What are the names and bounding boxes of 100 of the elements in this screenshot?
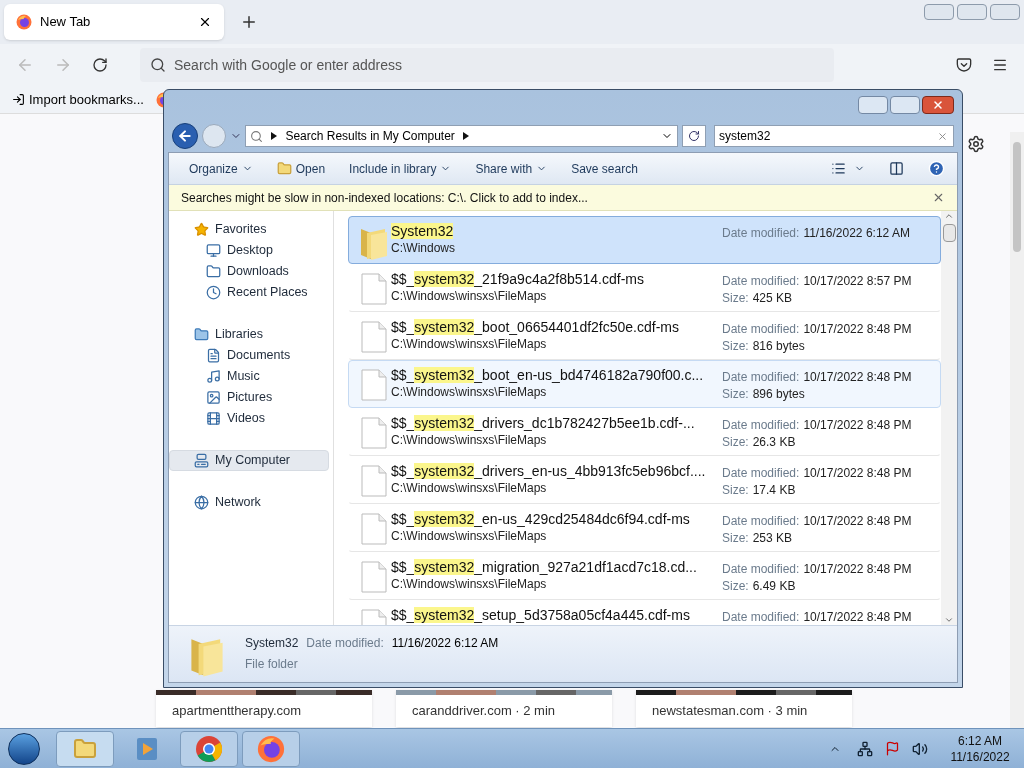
breadcrumb-arrow-icon[interactable] xyxy=(462,132,469,140)
search-field[interactable]: system32 xyxy=(714,125,954,147)
back-button[interactable] xyxy=(172,123,198,149)
toolbar-button[interactable]: Share with xyxy=(467,156,556,181)
browser-logo-icon xyxy=(195,734,223,763)
date-label: Date modified: xyxy=(722,609,800,625)
nav-item[interactable]: Network xyxy=(169,492,329,513)
nav-item[interactable]: Favorites xyxy=(169,219,329,240)
result-row[interactable]: $$_system32_migration_927a21df1acd7c18.cd... C:\Windows\winsxs\FileMaps Date modified: 10/17/2022 8:48 PM Size: 6.49 KB xyxy=(348,552,941,600)
taskbar-firefox-button[interactable] xyxy=(242,730,300,767)
computer-icon xyxy=(194,453,209,468)
result-row[interactable]: System32 C:\Windows Date modified: 11/16/2022 6:12 AM xyxy=(348,216,941,264)
nav-item[interactable]: Recent Places xyxy=(169,282,329,303)
address-field[interactable]: Search with Google or enter address xyxy=(140,48,834,82)
date-value: 10/17/2022 8:48 PM xyxy=(803,321,912,338)
back-icon[interactable] xyxy=(16,56,34,74)
story-card[interactable]: newstatesman.com · 3 min xyxy=(636,690,852,727)
scroll-down-icon[interactable] xyxy=(944,615,954,625)
date-value: 10/17/2022 8:57 PM xyxy=(803,273,912,290)
preview-pane-icon[interactable] xyxy=(889,161,904,176)
file-path: C:\Windows\winsxs\FileMaps xyxy=(391,433,548,448)
reload-icon[interactable] xyxy=(92,57,108,73)
nav-item[interactable]: Libraries xyxy=(169,324,329,345)
breadcrumb-arrow-icon[interactable] xyxy=(271,132,278,140)
breadcrumb-text[interactable]: Search Results in My Computer xyxy=(285,127,455,145)
close-icon[interactable] xyxy=(198,15,212,29)
details-type: File folder xyxy=(245,656,299,673)
file-name: $$_system32_21f9a9c4a2f8b514.cdf-ms xyxy=(391,270,645,289)
flag-icon[interactable] xyxy=(885,741,900,756)
result-row[interactable]: $$_system32_en-us_429cd25484dc6f94.cdf-ms C:\Windows\winsxs\FileMaps Date modified: 10/17/2022 8:48 PM Size: 253 KB xyxy=(348,504,941,552)
volume-icon[interactable] xyxy=(912,740,928,757)
nav-item[interactable]: Videos xyxy=(169,408,329,429)
restore-button[interactable] xyxy=(957,4,987,20)
browser-tab[interactable]: New Tab xyxy=(4,4,224,40)
fox-logo-icon xyxy=(16,14,32,30)
toolbar-button[interactable]: Save search xyxy=(563,156,646,181)
nav-item[interactable]: Music xyxy=(169,366,329,387)
date-value: 10/17/2022 8:48 PM xyxy=(803,417,912,434)
menu-icon[interactable] xyxy=(992,57,1008,73)
story-card[interactable]: caranddriver.com · 2 min xyxy=(396,690,612,727)
address-bar[interactable]: Search Results in My Computer xyxy=(245,125,679,147)
nav-item[interactable]: My Computer xyxy=(169,450,329,471)
taskbar-chrome-button[interactable] xyxy=(180,730,238,767)
scroll-up-icon[interactable] xyxy=(944,211,954,221)
help-icon[interactable] xyxy=(928,160,945,177)
clear-icon[interactable] xyxy=(937,131,948,142)
info-text[interactable]: Searches might be slow in non-indexed locations: C:\. Click to add to index... xyxy=(181,188,932,207)
network-icon[interactable] xyxy=(857,740,873,757)
details-name: System32 xyxy=(245,635,299,652)
card-source: newstatesman.com · 3 min xyxy=(652,702,808,721)
minimize-button[interactable] xyxy=(858,96,888,114)
scroll-thumb[interactable] xyxy=(942,224,956,242)
view-options-icon[interactable] xyxy=(831,161,846,176)
settings-icon[interactable] xyxy=(967,135,985,153)
info-bar[interactable]: Searches might be slow in non-indexed locations: C:\. Click to add to index... xyxy=(169,185,957,211)
refresh-button[interactable] xyxy=(682,125,706,147)
toolbar-button[interactable]: Include in library xyxy=(341,156,460,181)
scrollbar[interactable] xyxy=(941,211,957,625)
date-label: Date modified: xyxy=(722,465,800,482)
fox-logo-icon xyxy=(257,734,285,763)
file-path: C:\Windows\winsxs\FileMaps xyxy=(391,337,548,352)
size-value: 253 KB xyxy=(752,530,793,547)
toolbar-button[interactable]: Organize xyxy=(181,156,261,181)
date-value: 10/17/2022 8:48 PM xyxy=(803,609,912,625)
nav-item[interactable]: Desktop xyxy=(169,240,329,261)
minimize-button[interactable] xyxy=(924,4,954,20)
result-row[interactable]: $$_system32_21f9a9c4a2f8b514.cdf-ms C:\Windows\winsxs\FileMaps Date modified: 10/17/2022 8:57 PM Size: 425 KB xyxy=(348,264,941,312)
file-path: C:\Windows\winsxs\FileMaps xyxy=(391,481,548,496)
close-button[interactable] xyxy=(922,96,954,114)
toolbar-button[interactable]: Open xyxy=(268,156,334,181)
result-row[interactable]: $$_system32_drivers_dc1b782427b5ee1b.cdf-... C:\Windows\winsxs\FileMaps Date modified: 10/17/2022 8:48 PM Size: 26.3 KB xyxy=(348,408,941,456)
taskbar-explorer-button[interactable] xyxy=(56,730,114,767)
date-label: Date modified: xyxy=(306,635,384,652)
forward-icon[interactable] xyxy=(54,56,72,74)
date-value: 10/17/2022 8:48 PM xyxy=(803,513,912,530)
music-note-icon xyxy=(206,369,221,384)
file-icon xyxy=(361,321,387,353)
size-value: 425 KB xyxy=(752,290,793,307)
date-label: Date modified: xyxy=(722,561,800,578)
file-name: $$_system32_boot_06654401df2fc50e.cdf-ms xyxy=(391,318,680,337)
result-row[interactable]: $$_system32_drivers_en-us_4bb913fc5eb96bcf.... C:\Windows\winsxs\FileMaps Date modified: 10/17/2022 8:48 PM Size: 17.4 KB xyxy=(348,456,941,504)
date-label: Date modified: xyxy=(722,225,800,242)
nav-item[interactable]: Downloads xyxy=(169,261,329,282)
new-tab-icon[interactable] xyxy=(240,13,258,31)
story-card[interactable]: apartmenttherapy.com xyxy=(156,690,372,727)
card-source: caranddriver.com · 2 min xyxy=(412,702,556,721)
result-row[interactable]: $$_system32_boot_en-us_bd4746182a790f00.c... C:\Windows\winsxs\FileMaps Date modified: 10/17/2022 8:48 PM Size: 896 bytes xyxy=(348,360,941,408)
file-name: System32 xyxy=(391,222,455,241)
nav-item[interactable]: Pictures xyxy=(169,387,329,408)
size-label: Size: xyxy=(722,434,749,451)
import-icon xyxy=(12,93,25,106)
start-button[interactable] xyxy=(8,732,40,765)
date-value: 10/17/2022 8:48 PM xyxy=(803,561,912,578)
bookmark-item[interactable]: Import bookmarks... xyxy=(12,89,144,110)
nav-item[interactable]: Documents xyxy=(169,345,329,366)
date-value: 10/17/2022 8:48 PM xyxy=(803,465,912,482)
file-name: $$_system32_setup_5d3758a05cf4a445.cdf-ms xyxy=(391,606,691,625)
clock[interactable]: 6:12 AM 11/16/2022 xyxy=(940,732,1020,765)
pocket-icon[interactable] xyxy=(956,57,972,73)
globe-icon xyxy=(194,495,209,510)
